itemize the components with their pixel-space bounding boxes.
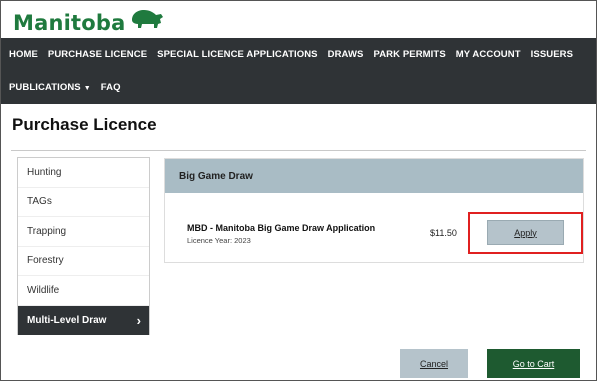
bison-icon [130,8,164,35]
page-title: Purchase Licence [12,115,157,134]
manitoba-logo[interactable]: Manitoba [13,11,126,35]
sidebar-item-trapping[interactable]: Trapping [18,217,149,247]
title-divider [11,150,586,151]
nav-purchase-licence[interactable]: PURCHASE LICENCE [48,49,147,60]
sidebar-item-forestry[interactable]: Forestry [18,247,149,276]
nav-row-2: PUBLICATIONS ▼ FAQ [9,71,588,104]
sidebar-item-tags[interactable]: TAGs [18,188,149,217]
nav-my-account[interactable]: MY ACCOUNT [456,49,521,60]
nav-home[interactable]: HOME [9,49,38,60]
cancel-button[interactable]: Cancel [400,349,468,378]
licence-price: $11.50 [430,228,457,238]
nav-issuers[interactable]: ISSUERS [531,49,573,60]
main-nav: HOME PURCHASE LICENCE SPECIAL LICENCE AP… [1,38,596,104]
highlight-box [468,212,583,254]
nav-park-permits[interactable]: PARK PERMITS [373,49,445,60]
licence-year: Licence Year: 2023 [187,236,251,245]
sidebar-item-wildlife[interactable]: Wildlife [18,276,149,306]
caret-down-icon: ▼ [83,85,91,92]
app-window: Manitoba HOME PURCHASE LICENCE SPECIAL L… [0,0,597,381]
sidebar-item-hunting[interactable]: Hunting [18,158,149,188]
sidebar-item-label: Multi-Level Draw [27,314,107,326]
licence-title: MBD - Manitoba Big Game Draw Application [187,223,376,233]
nav-publications[interactable]: PUBLICATIONS ▼ [9,82,91,93]
nav-row-1: HOME PURCHASE LICENCE SPECIAL LICENCE AP… [9,38,588,71]
nav-publications-label: PUBLICATIONS [9,82,81,93]
panel-heading: Big Game Draw [165,159,583,193]
sidebar-item-multi-level-draw[interactable]: Multi-Level Draw › [18,305,149,335]
sidebar: Hunting TAGs Trapping Forestry Wildlife … [17,157,150,335]
nav-special-licence-applications[interactable]: SPECIAL LICENCE APPLICATIONS [157,49,317,60]
nav-draws[interactable]: DRAWS [328,49,364,60]
chevron-right-icon: › [136,312,141,328]
go-to-cart-button[interactable]: Go to Cart [487,349,580,378]
logo-bar: Manitoba [1,1,596,38]
nav-faq[interactable]: FAQ [101,82,121,93]
